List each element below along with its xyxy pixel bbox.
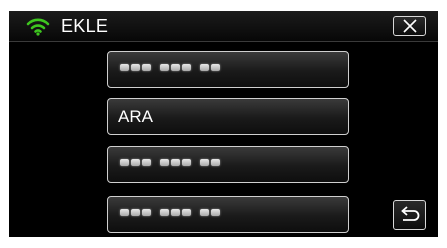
search-button[interactable]: ARA xyxy=(107,98,349,135)
list-item-4[interactable] xyxy=(107,196,349,233)
back-button[interactable] xyxy=(393,200,426,230)
close-button[interactable] xyxy=(393,16,426,36)
list-item-3[interactable] xyxy=(107,146,349,183)
screen: EKLE ARA xyxy=(9,11,438,237)
masked-text xyxy=(120,209,220,216)
masked-text xyxy=(120,159,220,166)
return-arrow-icon xyxy=(401,206,420,221)
masked-text xyxy=(120,64,220,71)
list-item-1[interactable] xyxy=(107,51,349,88)
search-button-label: ARA xyxy=(118,107,153,126)
page-title: EKLE xyxy=(61,16,109,36)
close-icon xyxy=(403,19,417,33)
header-bar: EKLE xyxy=(9,11,438,42)
wifi-icon xyxy=(26,18,50,36)
